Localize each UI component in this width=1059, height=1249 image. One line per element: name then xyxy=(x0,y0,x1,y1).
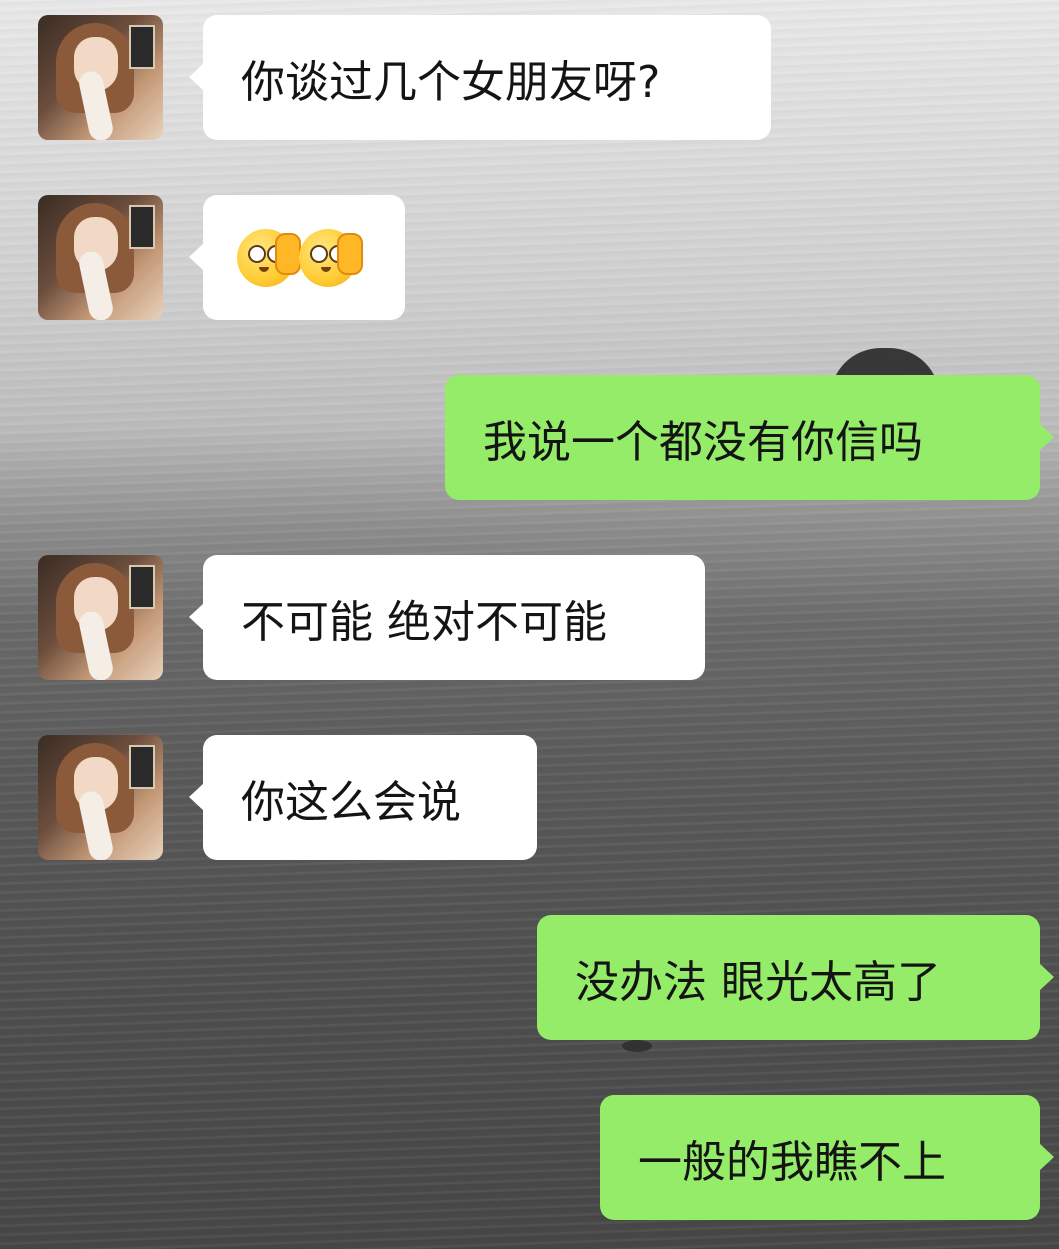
pleading-hand-on-cheek-emoji xyxy=(299,228,363,287)
incoming-message-bubble[interactable]: 不可能 绝对不可能 xyxy=(189,555,705,680)
pleading-hand-on-cheek-emoji xyxy=(237,228,301,287)
outgoing-message-bubble[interactable]: 我说一个都没有你信吗 xyxy=(445,375,1054,500)
message-text: 你谈过几个女朋友呀? xyxy=(241,56,661,108)
message-text: 你这么会说 xyxy=(241,776,461,828)
outgoing-message-bubble[interactable]: 一般的我瞧不上 xyxy=(600,1095,1054,1220)
contact-avatar[interactable] xyxy=(38,195,163,320)
message-text: 一般的我瞧不上 xyxy=(638,1136,946,1188)
background-pebble xyxy=(622,1040,652,1052)
incoming-message-bubble[interactable]: 你这么会说 xyxy=(189,735,537,860)
message-text: 不可能 绝对不可能 xyxy=(241,596,607,648)
contact-avatar[interactable] xyxy=(38,735,163,860)
contact-avatar[interactable] xyxy=(38,15,163,140)
message-text: 没办法 眼光太高了 xyxy=(575,956,941,1008)
outgoing-message-bubble[interactable]: 没办法 眼光太高了 xyxy=(537,915,1054,1040)
contact-avatar[interactable] xyxy=(38,555,163,680)
incoming-emoji-bubble[interactable] xyxy=(189,195,405,320)
message-text: 我说一个都没有你信吗 xyxy=(483,416,923,468)
incoming-message-bubble[interactable]: 你谈过几个女朋友呀? xyxy=(189,15,771,140)
